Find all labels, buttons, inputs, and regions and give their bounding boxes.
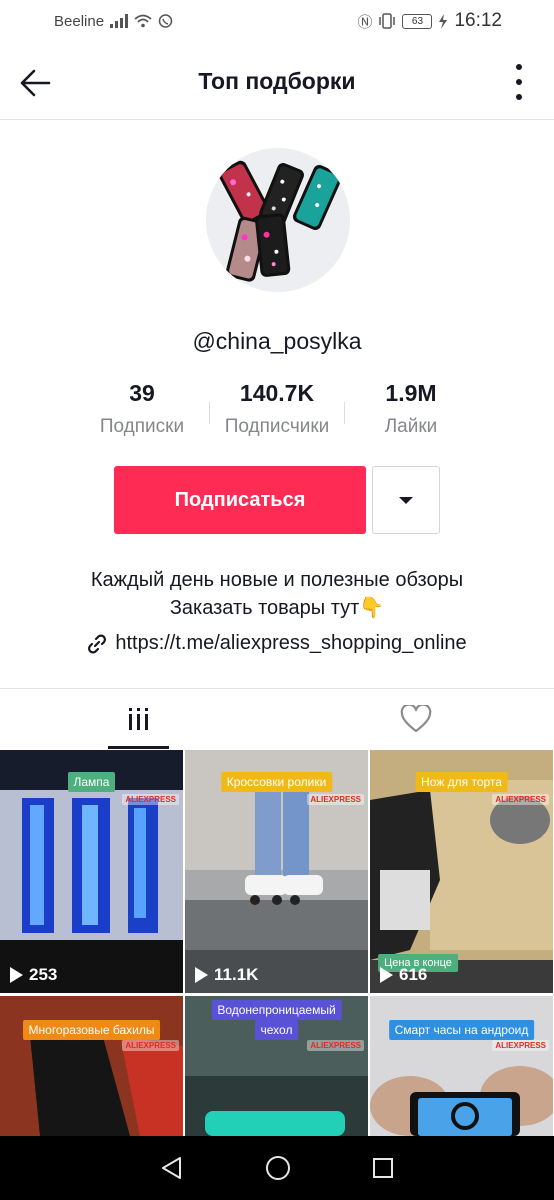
video-tag: Многоразовые бахилы bbox=[22, 1020, 161, 1040]
stat-following-value: 39 bbox=[129, 380, 155, 406]
video-preview bbox=[0, 996, 183, 1136]
system-navigation-bar bbox=[0, 1136, 554, 1200]
stat-followers-value: 140.7K bbox=[239, 380, 315, 406]
aliexpress-logo: ALIEXPRESS bbox=[122, 794, 179, 805]
video-grid: Лампа ALIEXPRESS 253 Кроссовки ролики AL… bbox=[0, 750, 554, 1136]
video-thumbnail[interactable]: Лампа ALIEXPRESS 253 bbox=[0, 750, 183, 993]
aliexpress-logo: ALIEXPRESS bbox=[492, 1040, 549, 1051]
video-tag: Кроссовки ролики bbox=[220, 772, 333, 792]
bio-line-1: Каждый день новые и полезные обзоры bbox=[90, 569, 464, 591]
video-views-count: 11.1K bbox=[214, 965, 259, 984]
video-views-count: 616 bbox=[399, 965, 428, 984]
back-triangle-icon[interactable] bbox=[159, 1155, 185, 1181]
aliexpress-logo: ALIEXPRESS bbox=[122, 1040, 179, 1051]
stat-followers[interactable]: 140.7K Подписчики bbox=[207, 380, 347, 438]
status-bar: Beeline Ⓝ 63 16:12 bbox=[0, 0, 554, 42]
play-icon bbox=[380, 967, 393, 983]
aliexpress-logo: ALIEXPRESS bbox=[492, 794, 549, 805]
bio-link-text[interactable]: https://t.me/aliexpress_shopping_online bbox=[115, 632, 466, 655]
link-icon bbox=[88, 634, 107, 653]
stat-likes[interactable]: 1.9M Лайки bbox=[341, 380, 481, 438]
video-preview bbox=[370, 996, 553, 1136]
video-thumbnail[interactable]: Смарт часы на андроид ALIEXPRESS bbox=[370, 996, 553, 1136]
stat-following-label: Подписки bbox=[99, 416, 185, 437]
vibrate-icon bbox=[379, 13, 396, 29]
viber-icon bbox=[158, 13, 173, 28]
bio-link[interactable]: https://t.me/aliexpress_shopping_online bbox=[0, 632, 554, 655]
clock: 16:12 bbox=[454, 10, 502, 31]
recents-square-icon[interactable] bbox=[371, 1156, 395, 1180]
page-title: Топ подборки bbox=[198, 68, 356, 94]
suggestions-dropdown-button[interactable] bbox=[372, 466, 440, 534]
play-icon bbox=[10, 967, 23, 983]
video-views-count: 253 bbox=[29, 965, 58, 984]
top-header: Топ подборки bbox=[0, 44, 554, 120]
video-tag-line2: чехол bbox=[254, 1020, 299, 1040]
battery-icon: 63 bbox=[402, 13, 433, 29]
wifi-icon bbox=[134, 14, 152, 28]
video-thumbnail[interactable]: Нож для торта ALIEXPRESS Цена в конце 61… bbox=[370, 750, 553, 993]
stat-likes-label: Лайки bbox=[384, 416, 438, 437]
video-thumbnail[interactable]: Многоразовые бахилы ALIEXPRESS bbox=[0, 996, 183, 1136]
video-thumbnail[interactable]: Кроссовки ролики ALIEXPRESS 11.1K bbox=[185, 750, 368, 993]
bio-line-2: Заказать товары тут👇 bbox=[169, 597, 385, 619]
charging-icon bbox=[439, 13, 448, 29]
follow-button[interactable]: Подписаться bbox=[114, 466, 366, 534]
grid-icon bbox=[129, 707, 148, 731]
video-views: 616 bbox=[380, 965, 427, 985]
tab-videos[interactable] bbox=[0, 689, 277, 749]
video-views: 253 bbox=[10, 965, 57, 985]
tab-active-indicator bbox=[108, 746, 169, 749]
nfc-icon: Ⓝ bbox=[357, 13, 373, 31]
stat-following[interactable]: 39 Подписки bbox=[72, 380, 212, 438]
aliexpress-logo: ALIEXPRESS bbox=[307, 794, 364, 805]
video-tag: Нож для торта bbox=[415, 772, 508, 792]
video-tag: Лампа bbox=[67, 772, 116, 792]
status-right: Ⓝ 63 16:12 bbox=[357, 10, 502, 32]
video-views: 11.1K bbox=[195, 965, 258, 985]
profile-bio: Каждый день новые и полезные обзоры Зака… bbox=[0, 566, 554, 622]
video-tag: Смарт часы на андроид bbox=[388, 1020, 535, 1040]
stat-likes-value: 1.9M bbox=[385, 380, 437, 406]
heart-icon bbox=[400, 705, 431, 733]
tab-liked[interactable] bbox=[277, 689, 554, 749]
carrier-name: Beeline bbox=[54, 12, 105, 30]
username: @china_posylka bbox=[192, 328, 362, 354]
stat-followers-label: Подписчики bbox=[224, 416, 330, 437]
profile-tabs bbox=[0, 688, 554, 749]
signal-icon bbox=[110, 14, 129, 28]
home-circle-icon[interactable] bbox=[264, 1154, 292, 1182]
status-left: Beeline bbox=[54, 13, 173, 30]
more-vertical-icon[interactable] bbox=[514, 64, 524, 100]
avatar[interactable] bbox=[206, 148, 350, 292]
arrow-left-icon[interactable] bbox=[18, 66, 52, 100]
video-thumbnail[interactable]: Водонепроницаемый чехол ALIEXPRESS bbox=[185, 996, 368, 1136]
play-icon bbox=[195, 967, 208, 983]
caret-down-icon bbox=[399, 496, 413, 504]
video-tag: Водонепроницаемый bbox=[211, 1000, 342, 1020]
avatar-phone-cases bbox=[206, 148, 350, 292]
aliexpress-logo: ALIEXPRESS bbox=[307, 1040, 364, 1051]
